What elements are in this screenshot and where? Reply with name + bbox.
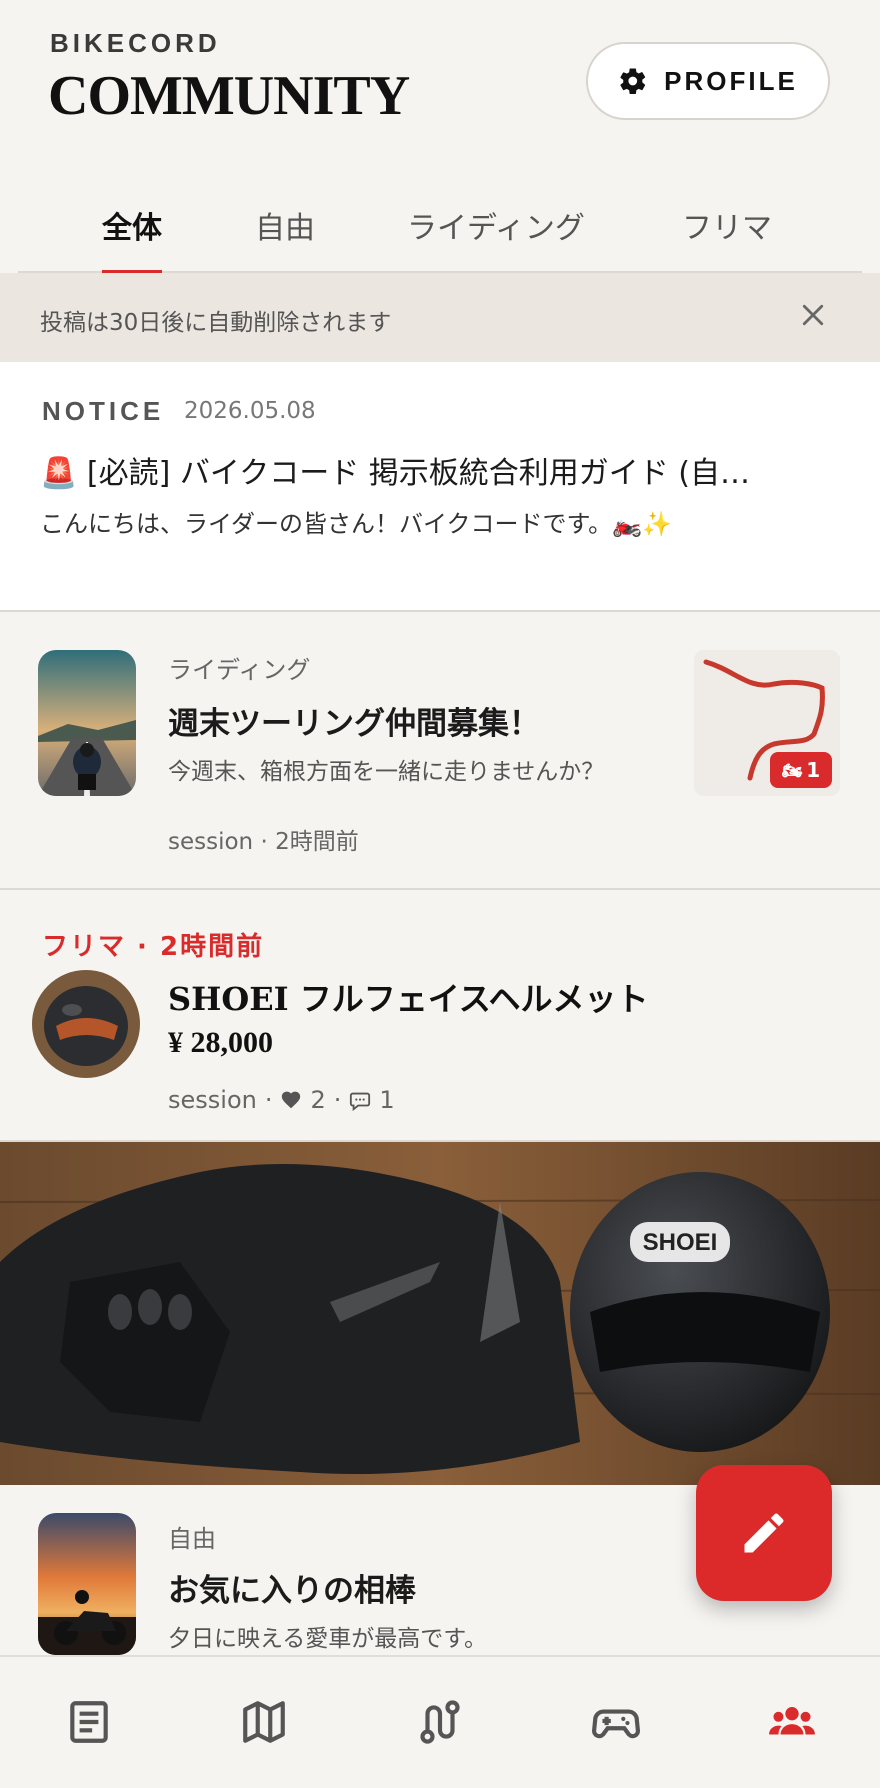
like-count: 2 [310, 1086, 326, 1114]
page-title: COMMUNITY [48, 65, 410, 127]
profile-button-label: PROFILE [664, 65, 798, 96]
nav-community[interactable] [765, 1695, 819, 1749]
post-thumbnail [38, 650, 136, 796]
community-icon [769, 1707, 815, 1735]
notice-tag: NOTICE [42, 396, 165, 426]
svg-text:SHOEI: SHOEI [643, 1229, 718, 1256]
route-icon [420, 1700, 460, 1744]
heart-icon [282, 1091, 301, 1109]
pencil-icon [744, 1513, 784, 1553]
close-icon[interactable] [798, 300, 828, 330]
market-item-title: SHOEI フルフェイスヘルメット [168, 980, 649, 1018]
post-title: お気に入りの相棒 [168, 1573, 416, 1609]
post-market[interactable]: フリマ · 2時間前 SHOEI フルフェイスヘルメット ¥ 28,000 se… [0, 890, 880, 1140]
nav-games[interactable] [589, 1695, 643, 1749]
gear-icon [620, 68, 646, 94]
compose-button[interactable] [696, 1465, 832, 1601]
notice-card[interactable]: NOTICE 2026.05.08 🚨 [必読] バイクコード 掲示板統合利用ガ… [0, 362, 880, 612]
notice-body: こんにちは、ライダーの皆さん！バイクコードです。🏍️✨ [40, 510, 672, 538]
category-tabs: 全体 自由 ライディング フリマ [18, 175, 862, 275]
profile-button[interactable]: PROFILE [586, 42, 830, 120]
post-category: 自由 [168, 1525, 216, 1553]
market-photo[interactable]: SHOEI [0, 1140, 880, 1485]
post-market-header: フリマ · 2時間前 [42, 932, 265, 962]
meta-separator: · [264, 1086, 273, 1114]
brand-label: BIKECORD [50, 28, 221, 58]
bottom-navigation [0, 1655, 880, 1788]
nav-map[interactable] [237, 1695, 291, 1749]
gamepad-icon [592, 1709, 640, 1739]
post-meta: session · 2時間前 [168, 829, 359, 855]
feed-icon [70, 1701, 108, 1743]
comment-count: 1 [379, 1086, 395, 1114]
market-meta: session · 2 · 1 [168, 1086, 395, 1114]
route-badge: 🏍 1 [770, 752, 832, 788]
auto-delete-banner: 投稿は30日後に自動削除されます [0, 273, 880, 362]
comment-icon [350, 1092, 371, 1111]
motorcycle-icon: 🏍 [781, 760, 803, 780]
map-icon [243, 1701, 285, 1743]
market-author: session [168, 1086, 257, 1114]
market-item-price: ¥ 28,000 [168, 1026, 273, 1059]
notice-title: 🚨 [必読] バイクコード 掲示板統合利用ガイド (自… [40, 456, 751, 491]
post-description: 夕日に映える愛車が最高です。 [168, 1626, 488, 1652]
tab-free[interactable]: 自由 [255, 203, 315, 273]
meta-separator: · [333, 1086, 342, 1114]
tab-market[interactable]: フリマ [682, 203, 772, 273]
post-avatar [32, 970, 140, 1078]
nav-feed[interactable] [62, 1695, 116, 1749]
post-category: ライディング [168, 656, 311, 684]
post-thumbnail [38, 1513, 136, 1655]
banner-text: 投稿は30日後に自動削除されます [40, 310, 392, 336]
tab-riding[interactable]: ライディング [407, 203, 585, 273]
tab-all[interactable]: 全体 [102, 203, 162, 275]
post-title: 週末ツーリング仲間募集！ [168, 706, 540, 742]
notice-date: 2026.05.08 [184, 398, 316, 424]
post-description: 今週末、箱根方面を一緒に走りませんか？ [168, 759, 605, 785]
post-riding[interactable]: ライディング 週末ツーリング仲間募集！ 今週末、箱根方面を一緒に走りませんか？ … [0, 612, 880, 890]
nav-route[interactable] [413, 1695, 467, 1749]
route-preview[interactable]: 🏍 1 [694, 650, 840, 796]
route-badge-count: 1 [806, 758, 821, 782]
app-header: BIKECORD COMMUNITY PROFILE [0, 0, 880, 175]
